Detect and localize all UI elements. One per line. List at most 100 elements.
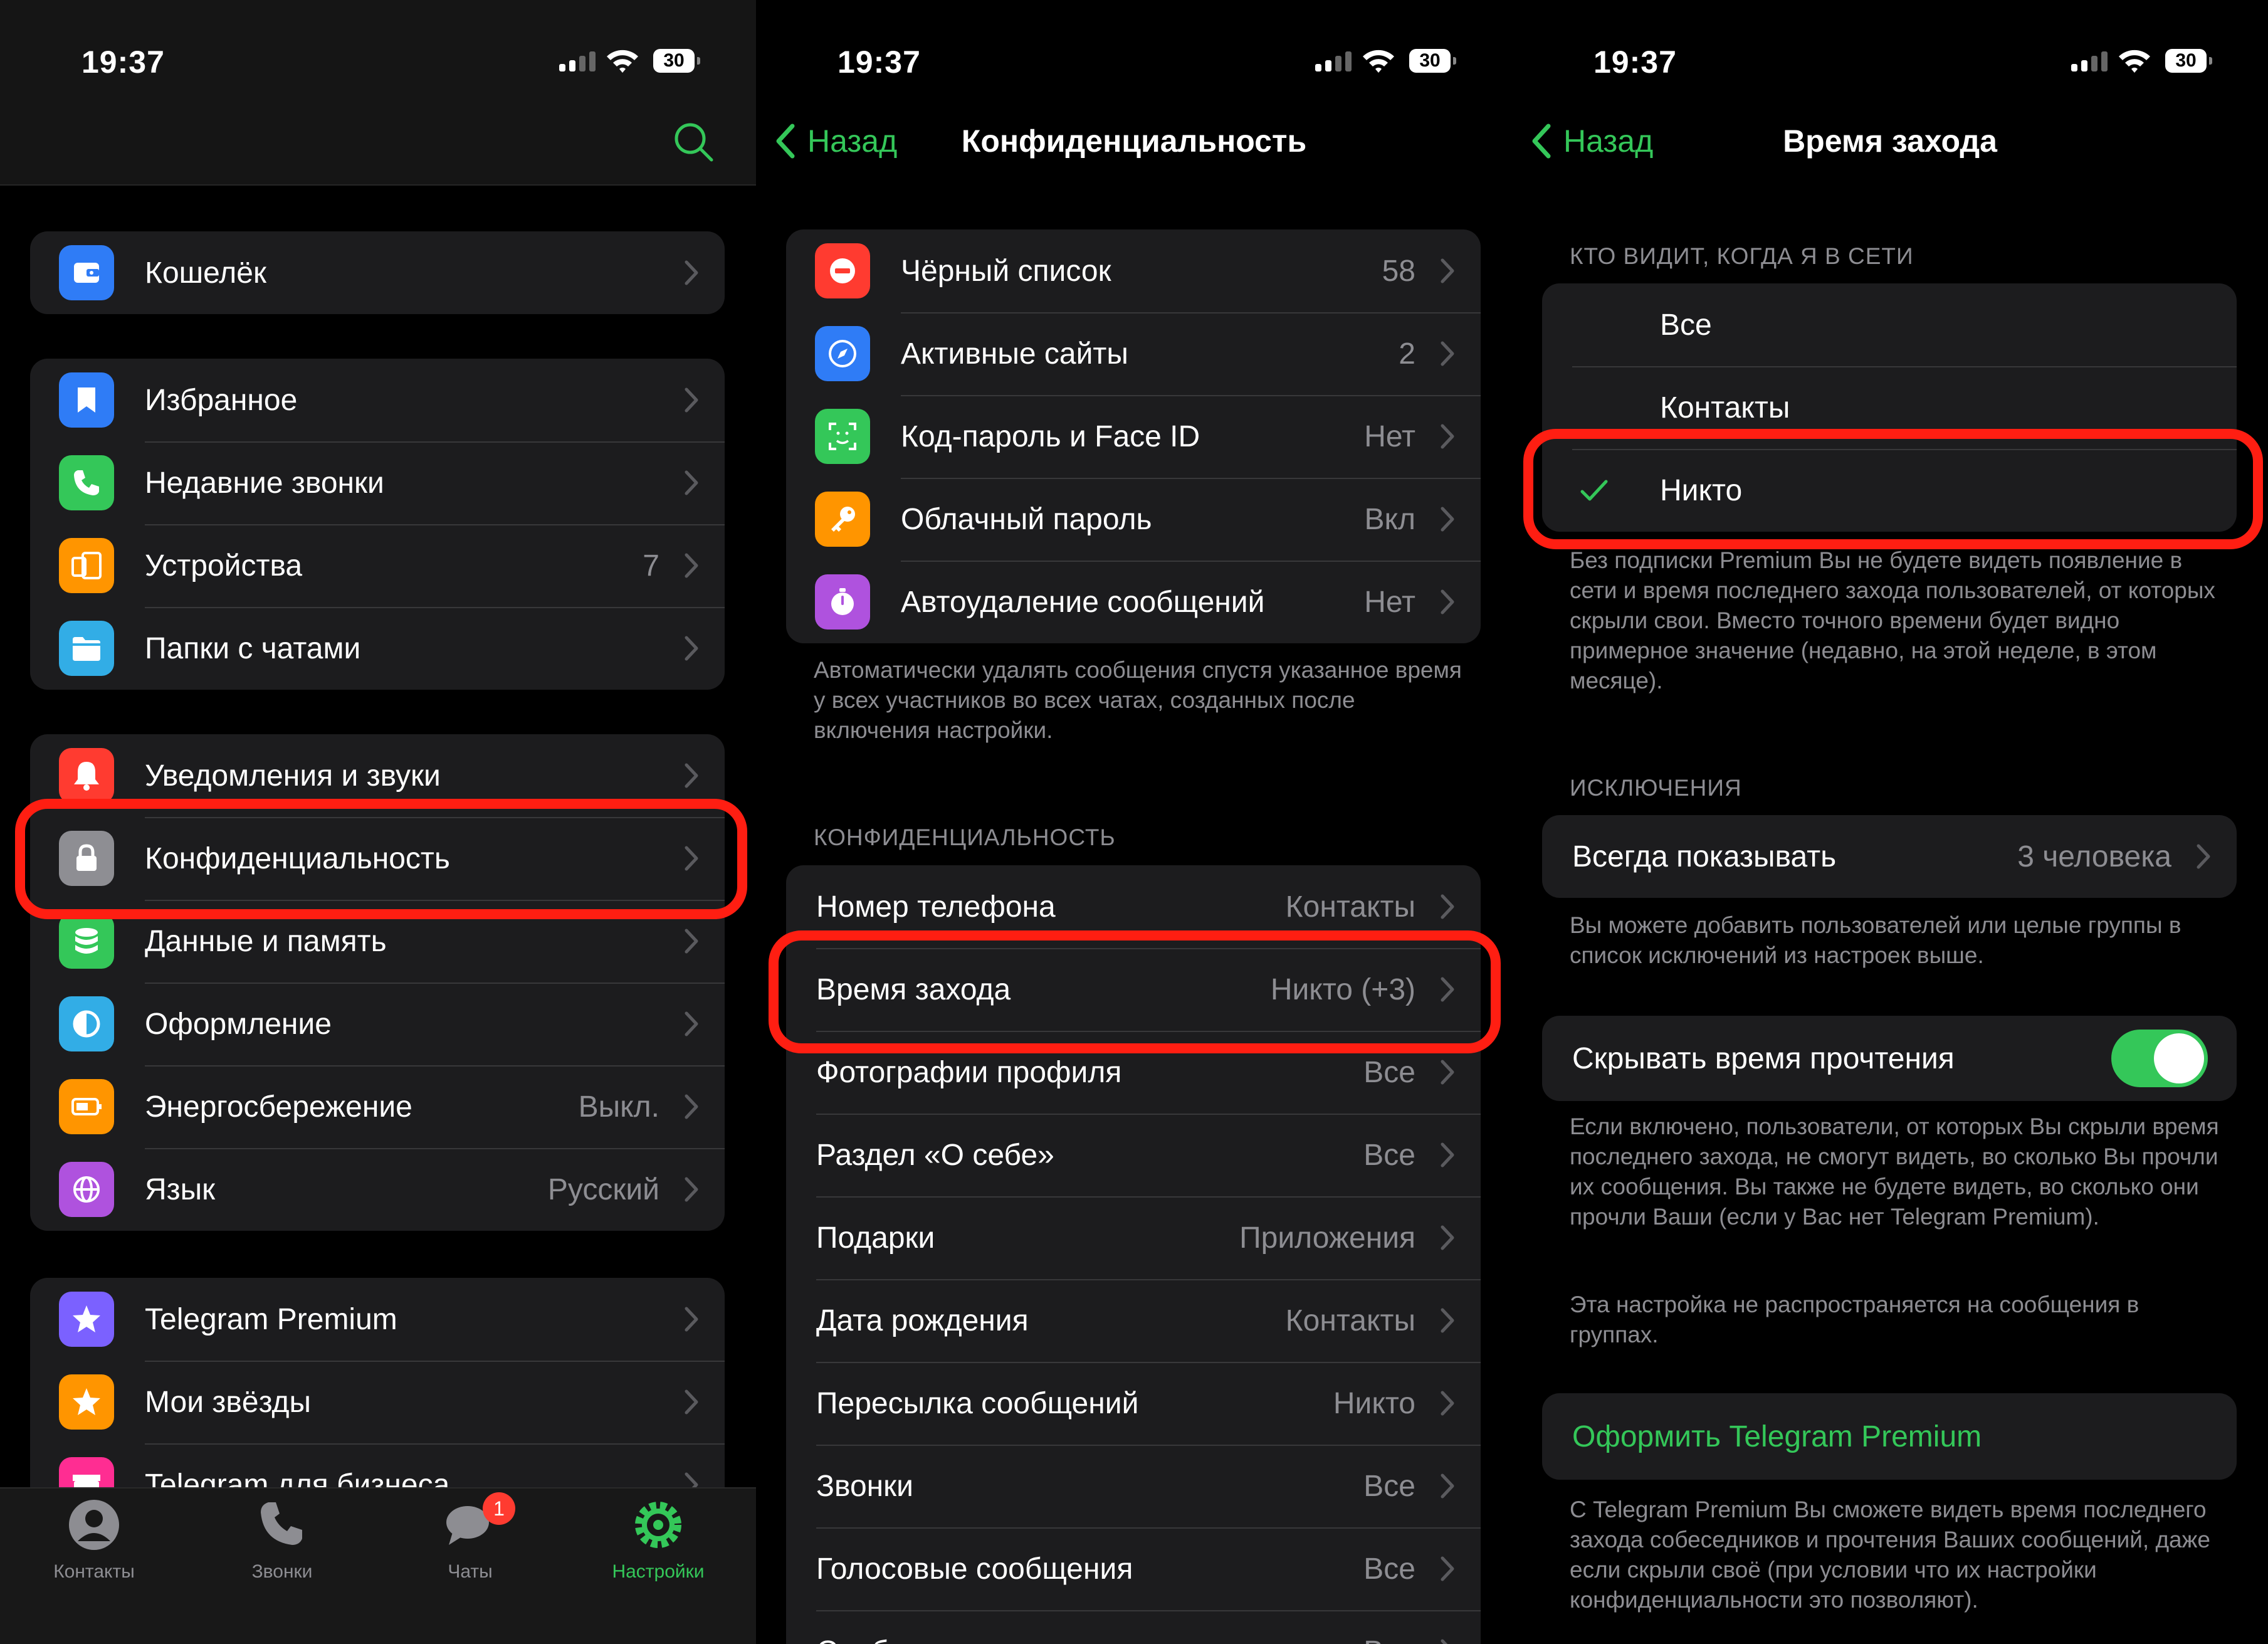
settings-item-appearance[interactable]: Оформление: [30, 983, 725, 1065]
privacy-item-cloud-password[interactable]: Облачный пароль Вкл: [786, 478, 1481, 561]
chevron-right-icon: [685, 636, 698, 661]
chevron-right-icon: [685, 1389, 698, 1415]
screen-settings: 19:37 30 Кошелёк Избранное Недавние звон…: [0, 0, 756, 1644]
privacy-item-label: Активные сайты: [901, 337, 1128, 371]
hide-read-note: Если включено, пользователи, от которых …: [1570, 1114, 2219, 1230]
settings-item-my-stars[interactable]: Мои звёзды: [30, 1361, 725, 1443]
star-icon: [59, 1374, 114, 1430]
settings-item-devices[interactable]: Устройства 7: [30, 524, 725, 607]
premium-row[interactable]: Оформить Telegram Premium: [1542, 1393, 2237, 1480]
chevron-right-icon: [1441, 1308, 1454, 1333]
privacy-item-value: Контакты: [1285, 890, 1415, 924]
globe-icon: [59, 1162, 114, 1217]
privacy-item-label: Подарки: [816, 1221, 935, 1255]
privacy-item-label: Фотографии профиля: [816, 1055, 1122, 1089]
settings-item-label: Недавние звонки: [145, 466, 384, 500]
privacy-item-passcode[interactable]: Код-пароль и Face ID Нет: [786, 395, 1481, 478]
privacy-item-value: Все: [1363, 1552, 1415, 1586]
status-time: 19:37: [837, 45, 921, 80]
subscribe-premium-link[interactable]: Оформить Telegram Premium: [1572, 1420, 1982, 1454]
privacy-item-value: 2: [1399, 337, 1415, 371]
bell-icon: [59, 748, 114, 803]
settings-item-language[interactable]: Язык Русский: [30, 1148, 725, 1231]
privacy-item-messages[interactable]: Сообщения Все: [786, 1610, 1481, 1644]
battery-icon: [59, 1079, 114, 1134]
tab-calls[interactable]: Звонки: [188, 1489, 376, 1589]
chevron-right-icon: [1441, 507, 1454, 532]
settings-item-label: Оформление: [145, 1007, 332, 1041]
devices-icon: [59, 538, 114, 593]
settings-item-chat-folders[interactable]: Папки с чатами: [30, 607, 725, 690]
privacy-item-blocked[interactable]: Чёрный список 58: [786, 229, 1481, 312]
chevron-right-icon: [1441, 1225, 1454, 1250]
settings-item-recent-calls[interactable]: Недавние звонки: [30, 441, 725, 524]
exceptions-note: Вы можете добавить пользователей или цел…: [1570, 912, 2181, 968]
always-show-row[interactable]: Всегда показывать 3 человека: [1542, 815, 2237, 898]
chevron-right-icon: [685, 763, 698, 788]
battery-indicator: 30: [653, 49, 700, 73]
chevron-right-icon: [1441, 589, 1454, 614]
privacy-item-label: Облачный пароль: [901, 502, 1152, 536]
wifi-icon: [607, 50, 638, 73]
privacy-item-gifts[interactable]: Подарки Приложения: [786, 1196, 1481, 1279]
highlight-annotation: [1523, 429, 2263, 549]
settings-item-favorites[interactable]: Избранное: [30, 359, 725, 441]
premium-star-icon: [59, 1292, 114, 1347]
settings-item-telegram-premium[interactable]: Telegram Premium: [30, 1278, 725, 1361]
tab-label: Контакты: [53, 1561, 135, 1582]
tab-chats[interactable]: Чаты 1: [376, 1489, 564, 1589]
privacy-item-value: Все: [1363, 1469, 1415, 1503]
privacy-item-value: Нет: [1364, 419, 1415, 453]
chevron-right-icon: [685, 470, 698, 495]
chevron-right-icon: [685, 260, 698, 285]
timer-icon: [815, 574, 870, 630]
chevron-right-icon: [1441, 1060, 1454, 1085]
phone-icon: [261, 1502, 302, 1545]
privacy-item-auto-delete[interactable]: Автоудаление сообщений Нет: [786, 561, 1481, 643]
privacy-item-value: Контакты: [1285, 1304, 1415, 1337]
privacy-item-label: Сообщения: [816, 1635, 980, 1644]
tab-label: Настройки: [612, 1561, 705, 1582]
privacy-item-bio[interactable]: Раздел «О себе» Все: [786, 1114, 1481, 1196]
tab-contacts[interactable]: Контакты: [0, 1489, 188, 1589]
status-time: 19:37: [1593, 45, 1677, 80]
compass-icon: [815, 326, 870, 381]
privacy-item-value: 58: [1382, 254, 1415, 288]
settings-item-wallet[interactable]: Кошелёк: [30, 231, 725, 314]
privacy-item-voice-messages[interactable]: Голосовые сообщения Все: [786, 1527, 1481, 1610]
option-everybody[interactable]: Все: [1542, 283, 2237, 366]
settings-item-label: Папки с чатами: [145, 631, 361, 665]
chevron-right-icon: [1441, 1391, 1454, 1416]
tab-settings[interactable]: Настройки: [564, 1489, 752, 1589]
wifi-icon: [2119, 50, 2150, 73]
option-label: Контакты: [1660, 391, 1790, 424]
privacy-item-forwarding[interactable]: Пересылка сообщений Никто: [786, 1362, 1481, 1445]
signal-icon: [559, 51, 601, 71]
visibility-note: Без подписки Premium Вы не будете видеть…: [1570, 547, 2215, 693]
settings-item-label: Мои звёзды: [145, 1385, 312, 1419]
always-show-value: 3 человека: [2017, 840, 2171, 873]
chevron-right-icon: [685, 553, 698, 578]
battery-indicator: 30: [2165, 49, 2212, 73]
tab-label: Звонки: [251, 1561, 313, 1582]
highlight-annotation: [769, 930, 1501, 1053]
settings-item-label: Уведомления и звуки: [145, 759, 441, 793]
exceptions-group: Всегда показывать 3 человека: [1542, 815, 2237, 898]
section-header: КТО ВИДИТ, КОГДА Я В СЕТИ: [1570, 243, 1914, 269]
privacy-item-active-sites[interactable]: Активные сайты 2: [786, 312, 1481, 395]
settings-item-power-saving[interactable]: Энергосбережение Выкл.: [30, 1065, 725, 1148]
chevron-right-icon: [1441, 1473, 1454, 1499]
folder-icon: [59, 621, 114, 676]
premium-group: Оформить Telegram Premium: [1542, 1393, 2237, 1480]
blocked-icon: [815, 243, 870, 298]
chevron-right-icon: [685, 1177, 698, 1202]
privacy-item-value: Все: [1363, 1138, 1415, 1172]
settings-item-value: 7: [643, 549, 659, 582]
hide-read-time-toggle[interactable]: [2111, 1030, 2208, 1087]
chevron-right-icon: [1441, 1639, 1448, 1644]
search-icon[interactable]: [672, 120, 716, 164]
tab-bar: Контакты Звонки Чаты 1 Настройки: [0, 1487, 756, 1644]
highlight-annotation: [15, 799, 747, 919]
privacy-item-calls[interactable]: Звонки Все: [786, 1445, 1481, 1527]
privacy-item-birthday[interactable]: Дата рождения Контакты: [786, 1279, 1481, 1362]
